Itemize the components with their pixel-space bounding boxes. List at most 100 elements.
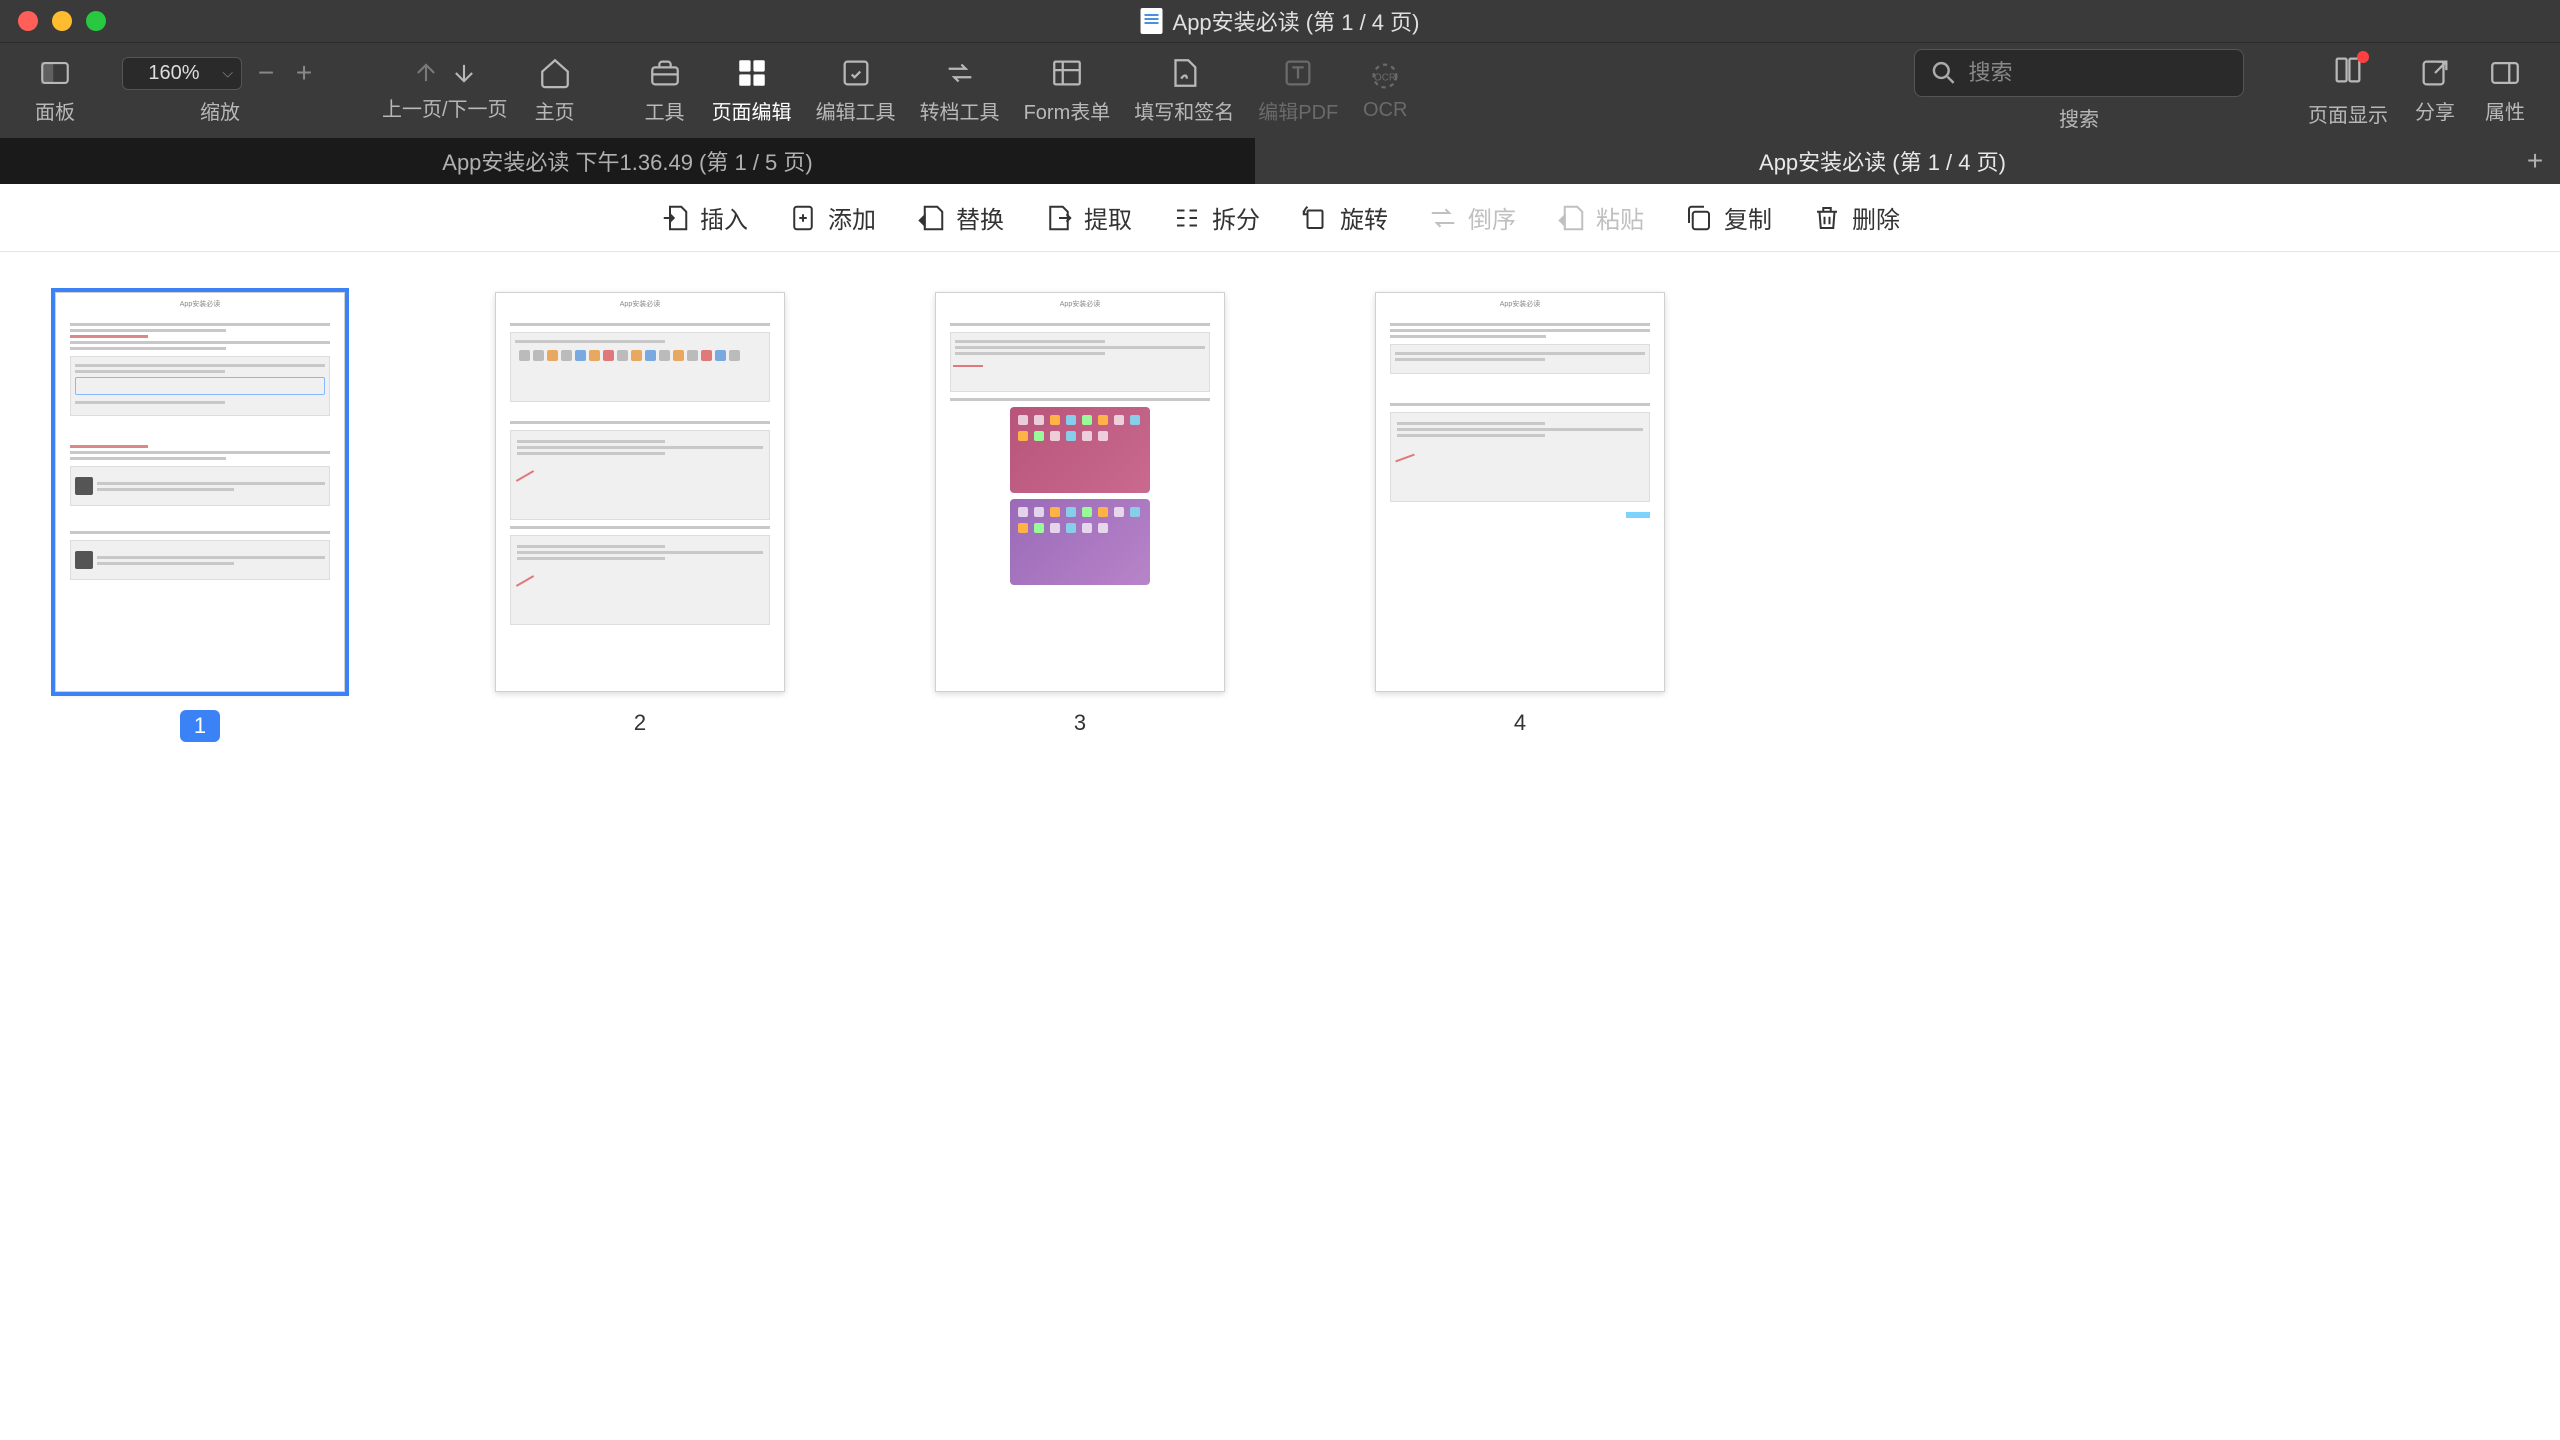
window-controls bbox=[18, 11, 106, 31]
document-tabs: App安装必读 下午1.36.49 (第 1 / 5 页) App安装必读 (第… bbox=[0, 138, 2560, 184]
search-label: 搜索 bbox=[2059, 103, 2099, 132]
panel-toggle-button[interactable]: 面板 bbox=[20, 43, 90, 138]
ocr-icon: OCR bbox=[1368, 59, 1402, 93]
table-icon bbox=[1050, 56, 1084, 90]
maximize-button[interactable] bbox=[86, 11, 106, 31]
window-title: App安装必读 (第 1 / 4 页) bbox=[1141, 5, 1420, 37]
copy-label: 复制 bbox=[1724, 200, 1772, 235]
preview-header: App安装必读 bbox=[936, 293, 1224, 312]
edit-tools-button[interactable]: 编辑工具 bbox=[804, 43, 908, 138]
paste-icon bbox=[1556, 203, 1586, 233]
share-icon bbox=[2418, 56, 2452, 90]
thumb-number: 2 bbox=[634, 710, 646, 736]
split-button[interactable]: 拆分 bbox=[1172, 200, 1260, 235]
tools-button[interactable]: 工具 bbox=[630, 43, 700, 138]
close-button[interactable] bbox=[18, 11, 38, 31]
page-edit-toolbar: 插入 添加 替换 提取 拆分 旋转 倒序 粘贴 复制 删除 bbox=[0, 184, 2560, 252]
add-label: 添加 bbox=[828, 200, 876, 235]
window-titlebar: App安装必读 (第 1 / 4 页) bbox=[0, 0, 2560, 42]
display-icon-wrap bbox=[2331, 53, 2365, 93]
zoom-label: 缩放 bbox=[200, 96, 240, 125]
panel-label: 面板 bbox=[35, 96, 75, 125]
form-label: Form表单 bbox=[1024, 96, 1111, 125]
zoom-value: 160% bbox=[148, 62, 199, 84]
thumb-number: 1 bbox=[180, 710, 220, 742]
thumb-item: App安装必读 3 bbox=[935, 292, 1225, 736]
paste-button[interactable]: 粘贴 bbox=[1556, 200, 1644, 235]
fillsign-button[interactable]: 填写和签名 bbox=[1122, 43, 1246, 138]
page-thumbnail-3[interactable]: App安装必读 bbox=[935, 292, 1225, 692]
window-title-text: App安装必读 (第 1 / 4 页) bbox=[1173, 5, 1420, 37]
home-icon bbox=[538, 56, 572, 90]
ocr-button[interactable]: OCR OCR bbox=[1350, 43, 1420, 138]
split-label: 拆分 bbox=[1212, 200, 1260, 235]
tab-add-button[interactable]: + bbox=[2510, 138, 2560, 184]
convert-button[interactable]: 转档工具 bbox=[908, 43, 1012, 138]
thumbnail-grid: App安装必读 bbox=[0, 252, 2560, 782]
page-thumbnail-4[interactable]: App安装必读 bbox=[1375, 292, 1665, 692]
minimize-button[interactable] bbox=[52, 11, 72, 31]
ocr-label: OCR bbox=[1363, 99, 1407, 122]
arrow-up-icon bbox=[412, 59, 440, 87]
extract-button[interactable]: 提取 bbox=[1044, 200, 1132, 235]
add-icon bbox=[788, 203, 818, 233]
nav-label: 上一页/下一页 bbox=[382, 93, 508, 122]
add-button[interactable]: 添加 bbox=[788, 200, 876, 235]
page-thumbnail-1[interactable]: App安装必读 bbox=[55, 292, 345, 692]
search-group: 搜索 bbox=[1902, 43, 2256, 138]
home-label: 主页 bbox=[535, 96, 575, 125]
text-icon bbox=[1281, 56, 1315, 90]
thumb-item: App安装必读 4 bbox=[1375, 292, 1665, 736]
display-icon bbox=[2331, 53, 2365, 87]
extract-label: 提取 bbox=[1084, 200, 1132, 235]
paste-label: 粘贴 bbox=[1596, 200, 1644, 235]
insert-button[interactable]: 插入 bbox=[660, 200, 748, 235]
rotate-button[interactable]: 旋转 bbox=[1300, 200, 1388, 235]
replace-button[interactable]: 替换 bbox=[916, 200, 1004, 235]
rotate-label: 旋转 bbox=[1340, 200, 1388, 235]
preview-header: App安装必读 bbox=[496, 293, 784, 312]
insert-icon bbox=[660, 203, 690, 233]
tools-label: 工具 bbox=[645, 96, 685, 125]
reverse-icon bbox=[1428, 203, 1458, 233]
toolbox-icon bbox=[648, 56, 682, 90]
props-label: 属性 bbox=[2485, 96, 2525, 125]
preview-header: App安装必读 bbox=[1376, 293, 1664, 312]
editpdf-button[interactable]: 编辑PDF bbox=[1246, 43, 1350, 138]
thumb-number: 4 bbox=[1514, 710, 1526, 736]
home-button[interactable]: 主页 bbox=[520, 43, 590, 138]
document-icon bbox=[1141, 8, 1163, 34]
thumb-item: App安装必读 2 bbox=[495, 292, 785, 736]
share-button[interactable]: 分享 bbox=[2400, 43, 2470, 138]
props-button[interactable]: 属性 bbox=[2470, 43, 2540, 138]
search-input-wrapper[interactable] bbox=[1914, 49, 2244, 97]
zoom-in-button[interactable]: + bbox=[290, 57, 318, 89]
copy-button[interactable]: 复制 bbox=[1684, 200, 1772, 235]
form-button[interactable]: Form表单 bbox=[1012, 43, 1123, 138]
page-thumbnail-2[interactable]: App安装必读 bbox=[495, 292, 785, 692]
zoom-select[interactable]: 160% ⌵ bbox=[122, 57, 242, 90]
page-edit-button[interactable]: 页面编辑 bbox=[700, 43, 804, 138]
panel-icon bbox=[38, 56, 72, 90]
search-icon bbox=[1929, 56, 1959, 90]
preview-header: App安装必读 bbox=[56, 293, 344, 312]
arrow-down-icon bbox=[450, 59, 478, 87]
display-button[interactable]: 页面显示 bbox=[2296, 43, 2400, 138]
rotate-icon bbox=[1300, 203, 1330, 233]
chevron-down-icon: ⌵ bbox=[222, 65, 233, 82]
tab-label: App安装必读 下午1.36.49 (第 1 / 5 页) bbox=[442, 145, 812, 177]
zoom-out-button[interactable]: − bbox=[252, 57, 280, 89]
thumb-number: 3 bbox=[1074, 710, 1086, 736]
replace-label: 替换 bbox=[956, 200, 1004, 235]
split-icon bbox=[1172, 203, 1202, 233]
tab-doc-1[interactable]: App安装必读 下午1.36.49 (第 1 / 5 页) bbox=[0, 138, 1255, 184]
tab-label: App安装必读 (第 1 / 4 页) bbox=[1759, 145, 2006, 177]
delete-button[interactable]: 删除 bbox=[1812, 200, 1900, 235]
extract-icon bbox=[1044, 203, 1074, 233]
edit-tools-label: 编辑工具 bbox=[816, 96, 896, 125]
convert-label: 转档工具 bbox=[920, 96, 1000, 125]
tab-doc-2[interactable]: App安装必读 (第 1 / 4 页) bbox=[1255, 138, 2510, 184]
search-input[interactable] bbox=[1969, 60, 2229, 86]
reverse-button[interactable]: 倒序 bbox=[1428, 200, 1516, 235]
page-nav-button[interactable]: 上一页/下一页 bbox=[370, 43, 520, 138]
